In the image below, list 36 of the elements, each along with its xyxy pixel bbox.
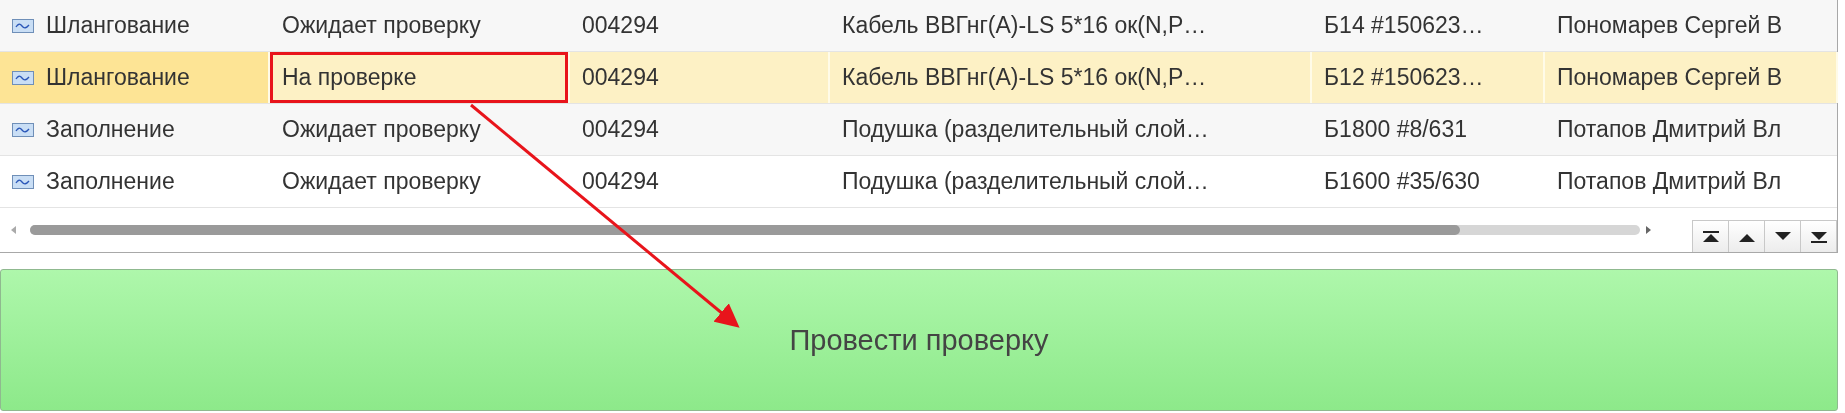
up-bar-icon: [1701, 230, 1720, 243]
scroll-nav-button[interactable]: [1764, 220, 1801, 252]
table-cell: Пономарев Сергей В: [1545, 52, 1838, 103]
cell-text: Шлангование: [46, 12, 190, 39]
wave-icon: [12, 70, 34, 85]
table-cell-text: Ожидает проверку: [281, 167, 482, 196]
down-icon: [1773, 230, 1792, 243]
table-cell-text: Пономарев Сергей В: [1556, 11, 1784, 40]
table-cell-text: Подушка (разделительный слой…: [841, 167, 1210, 196]
table-cell: Б12 #150623…: [1312, 52, 1545, 103]
table-cell-text: Б1600 #35/630: [1323, 167, 1481, 196]
table-cell-text: Кабель ВВГнг(А)-LS 5*16 ок(N,P…: [841, 11, 1208, 40]
wave-icon: [12, 122, 34, 137]
table-cell-text: 004294: [581, 11, 660, 40]
scroll-nav-button[interactable]: [1692, 220, 1729, 252]
table-cell-text: Б1800 #8/631: [1323, 115, 1468, 144]
table-cell-text: Потапов Дмитрий Вл: [1556, 115, 1783, 144]
action-button[interactable]: Провести проверку: [0, 269, 1838, 411]
table-cell: На проверке: [270, 52, 570, 103]
cell-text: Заполнение: [46, 116, 175, 143]
wave-icon: [12, 18, 34, 33]
down-bar-icon: [1809, 230, 1828, 243]
wave-icon: [12, 174, 34, 189]
scroll-nav-button[interactable]: [1800, 220, 1837, 252]
table-cell-text: 004294: [581, 115, 660, 144]
table-cell: 004294: [570, 52, 830, 103]
cell-text: Заполнение: [46, 168, 175, 195]
table-cell-text: Потапов Дмитрий Вл: [1556, 167, 1783, 196]
table-cell: Кабель ВВГнг(А)-LS 5*16 ок(N,P…: [830, 52, 1312, 103]
table-cell-text: 004294: [581, 167, 660, 196]
scroll-nav-button[interactable]: [1728, 220, 1765, 252]
table-cell-text: Ожидает проверку: [281, 11, 482, 40]
table-cell-text: Б14 #150623…: [1323, 11, 1485, 40]
table-cell-text: Ожидает проверку: [281, 115, 482, 144]
cell-text: Шлангование: [46, 64, 190, 91]
table-cell-text: Подушка (разделительный слой…: [841, 115, 1210, 144]
